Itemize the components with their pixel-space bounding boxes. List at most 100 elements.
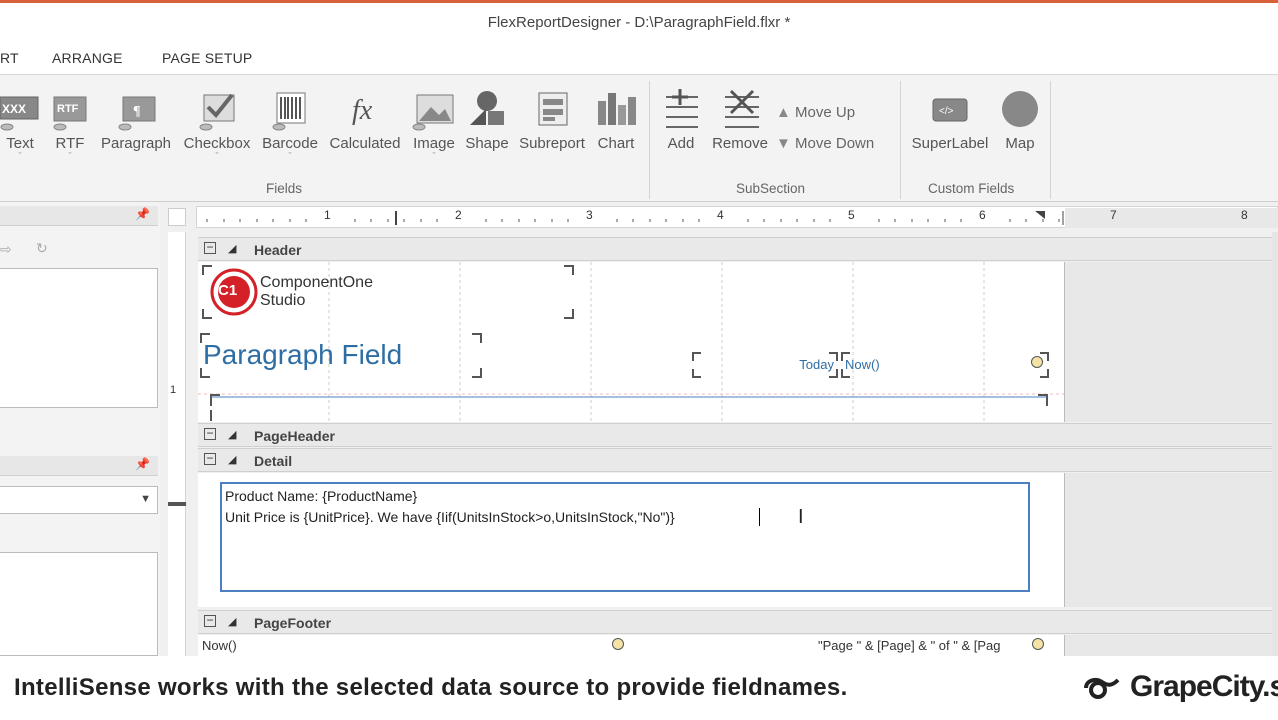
checkbox-field-icon xyxy=(199,93,235,131)
ruler-mark: 2 xyxy=(455,208,462,222)
vruler-mark: 1 xyxy=(170,384,177,396)
superlabel-button[interactable]: </> SuperLabel xyxy=(908,83,992,163)
add-label: Add xyxy=(667,135,695,152)
ruler-mark: 1 xyxy=(324,208,331,222)
band-name: Detail xyxy=(254,453,293,469)
checkbox-field-button[interactable]: Checkbox ˇ xyxy=(180,83,254,163)
ruler-mark: 8 xyxy=(1241,208,1248,222)
barcode-field-icon xyxy=(272,92,306,131)
title-bar: FlexReportDesigner - D:\ParagraphField.f… xyxy=(0,0,1278,42)
refresh-icon[interactable]: ↻ xyxy=(36,240,48,257)
chart-label: Chart xyxy=(597,135,635,152)
left-panel-list[interactable] xyxy=(0,268,158,408)
footer-page-expression[interactable]: "Page " & [Page] & " of " & [Pag xyxy=(818,638,1001,653)
title-text: Paragraph Field xyxy=(203,339,403,370)
vertical-scrollbar[interactable] xyxy=(1272,232,1278,656)
logo-mark: C1 xyxy=(218,282,238,299)
group-separator xyxy=(900,81,901,199)
tab-arrange[interactable]: ARRANGE xyxy=(52,50,123,66)
collapse-icon[interactable]: − xyxy=(204,427,216,440)
ruler-mark: 4 xyxy=(717,208,724,222)
band-name: PageHeader xyxy=(254,428,335,444)
title-field[interactable]: Paragraph Field xyxy=(200,333,482,378)
paragraph-field-icon: ¶ xyxy=(118,96,156,131)
band-header-header[interactable]: − ◢ Header xyxy=(198,237,1278,261)
paragraph-field-label: Paragraph xyxy=(100,135,172,152)
subreport-button[interactable]: Subreport xyxy=(514,83,590,163)
now-expression: Now() xyxy=(845,357,880,372)
add-section-icon xyxy=(666,89,698,128)
move-up-label: Move Up xyxy=(795,104,856,121)
today-label: Today xyxy=(799,357,834,372)
line-field[interactable] xyxy=(210,394,1048,422)
ruler-corner xyxy=(168,208,186,226)
property-dropdown[interactable]: ▼ xyxy=(0,486,158,514)
image-field-button[interactable]: Image ˇ xyxy=(408,83,460,163)
now-field[interactable]: Now() xyxy=(841,352,1049,378)
caption-text: IntelliSense works with the selected dat… xyxy=(14,674,848,701)
remove-label: Remove xyxy=(712,135,768,152)
band-name: Header xyxy=(254,242,302,258)
property-grid[interactable] xyxy=(0,552,158,656)
calculated-marker-icon xyxy=(1032,638,1044,650)
superlabel-label: SuperLabel xyxy=(911,135,989,152)
chart-icon xyxy=(598,93,636,125)
rtf-field-button[interactable]: RTF RTF ˇ xyxy=(50,83,90,163)
band-header-pagefooter[interactable]: − ◢ PageFooter xyxy=(198,610,1278,634)
footer-now-expression[interactable]: Now() xyxy=(202,638,237,653)
image-field-label: Image xyxy=(413,135,455,152)
collapse-icon[interactable]: − xyxy=(204,452,216,465)
barcode-field-button[interactable]: Barcode ˇ xyxy=(258,83,322,163)
logo-field[interactable]: C1 ComponentOne Studio xyxy=(202,265,574,319)
remove-subsection-button[interactable]: Remove xyxy=(708,83,772,163)
pin-icon[interactable]: 📌 xyxy=(135,207,150,221)
tab-report[interactable]: RT xyxy=(0,50,19,66)
collapse-icon[interactable]: − xyxy=(204,614,216,627)
rtf-field-icon: RTF xyxy=(53,96,87,131)
triangle-icon: ◢ xyxy=(228,616,237,628)
out-of-page-area xyxy=(1064,635,1278,656)
ruler-mark: 7 xyxy=(1110,208,1117,222)
subreport-label: Subreport xyxy=(519,135,585,152)
arrow-icon[interactable]: ⇨ xyxy=(0,241,12,258)
dropdown-arrow-icon: ˇ xyxy=(18,151,22,161)
map-button[interactable]: Map xyxy=(998,83,1042,163)
move-down-label: Move Down xyxy=(795,135,875,152)
paragraph-field-button[interactable]: ¶ Paragraph xyxy=(98,83,174,163)
ruler-mark: 3 xyxy=(586,208,593,222)
calculated-field-button[interactable]: fx Calculated xyxy=(326,83,404,163)
custom-fields-group-name: Custom Fields xyxy=(928,181,1015,196)
move-up-icon: ▲ xyxy=(776,104,791,121)
paragraph-field-editor[interactable]: Product Name: {ProductName} Unit Price i… xyxy=(220,482,1030,592)
band-header-pageheader[interactable]: − ◢ PageHeader xyxy=(198,423,1278,447)
horizontal-ruler: 1 2 3 4 5 6 7 8 xyxy=(196,206,1278,228)
move-up-button[interactable]: ▲ Move Up xyxy=(776,104,855,121)
collapse-icon[interactable]: − xyxy=(204,241,216,254)
window-title: FlexReportDesigner - D:\ParagraphField.f… xyxy=(487,14,791,31)
pin-icon[interactable]: 📌 xyxy=(135,457,150,471)
selection-corners xyxy=(210,394,1048,421)
out-of-page-area xyxy=(1064,473,1278,607)
brand-text: GrapeCity.s xyxy=(1130,670,1278,703)
band-header-detail[interactable]: − ◢ Detail xyxy=(198,448,1278,472)
text-field-button[interactable]: XXX Text ˇ xyxy=(0,83,40,163)
triangle-icon: ◢ xyxy=(228,429,237,441)
remove-section-icon xyxy=(725,89,759,128)
tab-page-setup[interactable]: PAGE SETUP xyxy=(162,50,252,66)
svg-text:fx: fx xyxy=(352,95,373,126)
group-separator xyxy=(649,81,650,199)
chart-button[interactable]: Chart xyxy=(592,83,640,163)
svg-text:</>: </> xyxy=(939,106,954,117)
map-label: Map xyxy=(1005,135,1035,152)
add-subsection-button[interactable]: Add xyxy=(658,83,704,163)
ribbon: XXX Text ˇ RTF RTF ˇ ¶ Paragraph Checkbo… xyxy=(0,74,1278,202)
vruler-marker xyxy=(168,502,186,506)
subsection-group-name: SubSection xyxy=(736,181,806,196)
panel-toolbar: ⇨ ↻ xyxy=(0,238,60,262)
shape-field-button[interactable]: Shape xyxy=(462,83,512,163)
today-field[interactable]: Today xyxy=(692,352,838,378)
svg-text:¶: ¶ xyxy=(133,104,141,119)
calculated-field-label: Calculated xyxy=(329,135,401,152)
chevron-down-icon: ▼ xyxy=(140,493,151,505)
move-down-button[interactable]: ▼ Move Down xyxy=(776,135,874,152)
